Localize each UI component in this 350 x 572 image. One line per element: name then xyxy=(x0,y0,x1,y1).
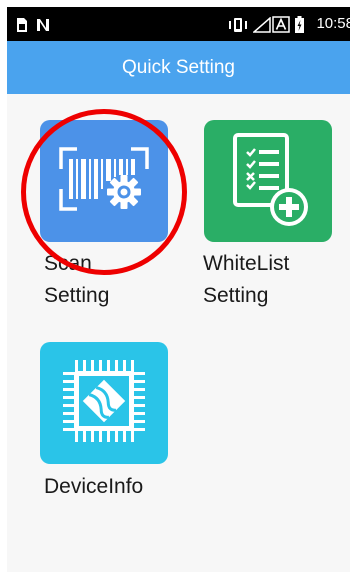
app-bar: Quick Setting xyxy=(7,41,350,94)
barcode-gear-icon xyxy=(57,143,151,220)
a-box-icon xyxy=(272,16,290,33)
chip-icon xyxy=(61,358,147,449)
sim-icon xyxy=(15,16,29,33)
phone-screen: 10:58 Quick Setting Scan Setting WhiteLi… xyxy=(7,7,350,572)
page-title: Quick Setting xyxy=(122,56,235,78)
battery-icon xyxy=(294,16,305,33)
tile-label-line: Setting xyxy=(44,284,110,307)
notification-n-icon xyxy=(35,16,51,33)
tile-label-line: DeviceInfo xyxy=(44,475,144,498)
whitelist-setting-label[interactable]: WhiteList Setting xyxy=(203,248,343,312)
deviceinfo-tile[interactable] xyxy=(40,342,168,464)
status-bar: 10:58 xyxy=(7,7,350,41)
deviceinfo-label[interactable]: DeviceInfo xyxy=(44,471,184,503)
whitelist-setting-tile[interactable] xyxy=(204,120,332,242)
signal-icon xyxy=(253,16,271,33)
tile-label-line: Scan xyxy=(44,252,92,275)
scan-setting-label[interactable]: Scan Setting xyxy=(44,248,184,312)
vibrate-icon xyxy=(228,16,248,33)
status-time: 10:58 xyxy=(316,15,350,32)
tile-label-line: Setting xyxy=(203,284,269,307)
tile-label-line: WhiteList xyxy=(203,252,290,275)
scan-setting-tile[interactable] xyxy=(40,120,168,242)
checklist-add-icon xyxy=(225,129,311,234)
